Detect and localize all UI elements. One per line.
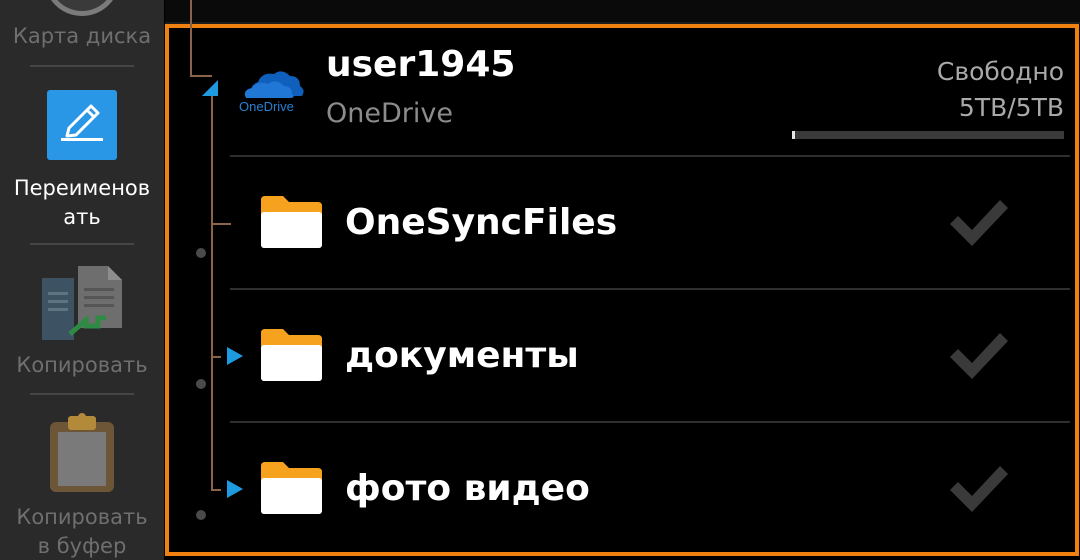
- check-icon[interactable]: [948, 329, 1010, 381]
- file-manager-screen: Карта диска Переименовать Копировать Коп…: [0, 0, 1080, 560]
- folder-name: фото видео: [345, 468, 590, 509]
- copy-icon[interactable]: [40, 262, 126, 342]
- expand-arrow-icon[interactable]: [225, 345, 245, 367]
- check-icon[interactable]: [948, 462, 1010, 514]
- free-space-value: 5TB/5TB: [958, 93, 1064, 122]
- tree-dot: [196, 379, 206, 389]
- action-sidebar: Карта диска Переименовать Копировать Коп…: [0, 0, 164, 560]
- sidebar-divider: [30, 393, 134, 395]
- sidebar-item-clipboard[interactable]: Копировать в буфер: [0, 503, 164, 560]
- rename-icon[interactable]: [47, 90, 117, 160]
- sidebar-item-disk-map[interactable]: Карта диска: [0, 22, 164, 51]
- row-divider: [230, 421, 1070, 423]
- check-icon[interactable]: [948, 196, 1010, 248]
- account-service: OneDrive: [326, 98, 453, 129]
- tree-dot: [196, 510, 206, 520]
- free-space-label: Свободно: [936, 57, 1064, 86]
- tree-dot: [196, 248, 206, 258]
- sidebar-divider: [30, 243, 134, 245]
- folder-row-onesyncfiles[interactable]: OneSyncFiles: [196, 158, 1070, 288]
- expand-arrow-icon[interactable]: [225, 478, 245, 500]
- account-name: user1945: [326, 44, 516, 85]
- folder-row-documents[interactable]: документы: [196, 291, 1070, 421]
- folder-icon: [261, 196, 322, 248]
- sidebar-divider: [30, 65, 134, 67]
- storage-usage-fill: [792, 131, 795, 139]
- folder-icon: [261, 329, 322, 381]
- storage-usage-bar: [792, 131, 1064, 139]
- sidebar-item-copy[interactable]: Копировать: [0, 351, 164, 380]
- row-divider: [230, 155, 1070, 157]
- top-strip: [165, 0, 1080, 24]
- sidebar-item-rename[interactable]: Переименовать: [0, 174, 164, 232]
- collapse-arrow-icon[interactable]: [200, 76, 220, 98]
- sidebar-item-rename-label: Переименовать: [13, 176, 151, 229]
- disk-map-icon[interactable]: [44, 0, 120, 16]
- folder-row-photo-video[interactable]: фото видео: [196, 424, 1070, 554]
- folder-name: OneSyncFiles: [345, 202, 618, 243]
- onedrive-logo-text: OneDrive: [239, 99, 294, 114]
- folder-icon: [261, 462, 322, 514]
- tree-connector: [190, 0, 192, 76]
- clipboard-icon[interactable]: [48, 410, 116, 494]
- row-divider: [230, 288, 1070, 290]
- sidebar-item-clipboard-label: Копировать в буфер: [16, 505, 148, 558]
- folder-name: документы: [345, 335, 579, 376]
